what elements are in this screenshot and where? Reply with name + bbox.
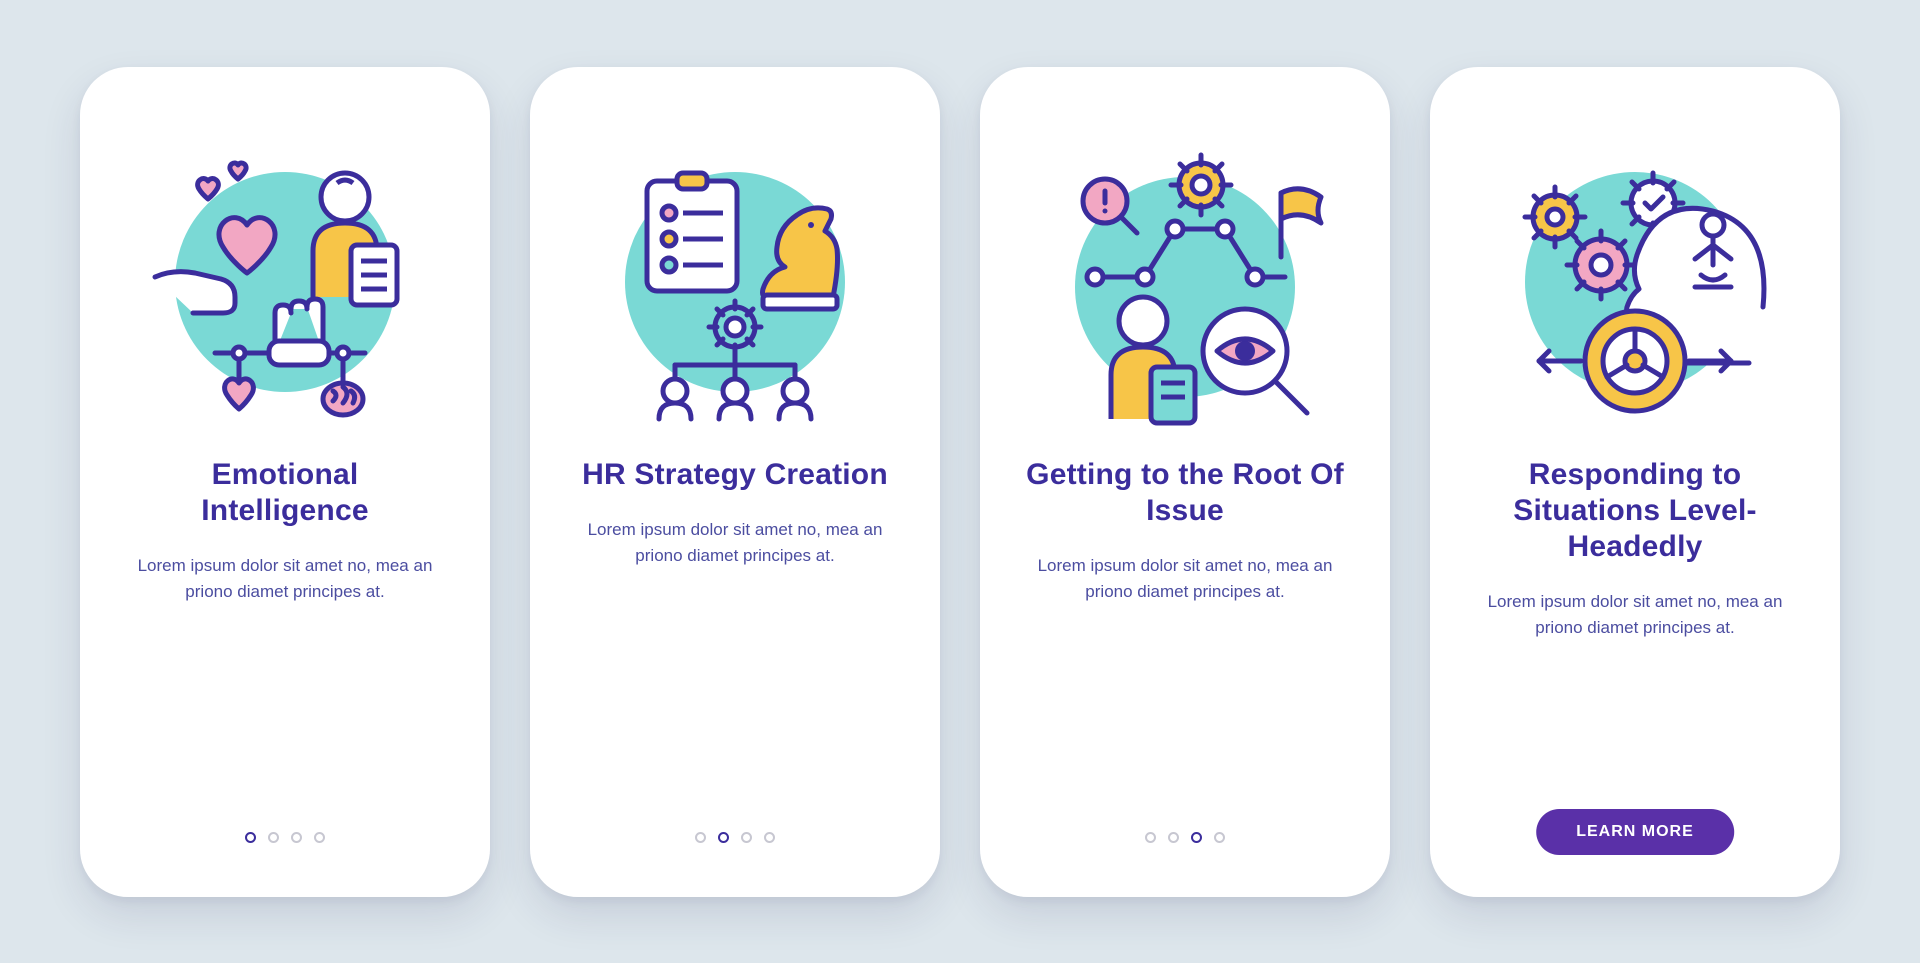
screen-title: HR Strategy Creation — [582, 457, 888, 493]
dot-2[interactable] — [718, 832, 729, 843]
hr-strategy-icon — [585, 127, 885, 427]
root-issue-icon — [1035, 127, 1335, 427]
dot-1[interactable] — [245, 832, 256, 843]
screen-title: Emotional Intelligence — [124, 457, 446, 529]
learn-more-button[interactable]: LEARN MORE — [1536, 809, 1734, 855]
onboarding-screen-2: HR Strategy Creation Lorem ipsum dolor s… — [530, 67, 940, 897]
pagination-dots — [530, 832, 940, 843]
pagination-dots — [80, 832, 490, 843]
onboarding-screen-4: Responding to Situations Level-Headedly … — [1430, 67, 1840, 897]
dot-3[interactable] — [741, 832, 752, 843]
screen-title: Getting to the Root Of Issue — [1024, 457, 1346, 529]
dot-4[interactable] — [1214, 832, 1225, 843]
emotional-intelligence-icon — [135, 127, 435, 427]
dot-1[interactable] — [695, 832, 706, 843]
dot-2[interactable] — [1168, 832, 1179, 843]
screen-body: Lorem ipsum dolor sit amet no, mea an pr… — [1475, 589, 1795, 642]
screen-body: Lorem ipsum dolor sit amet no, mea an pr… — [1025, 553, 1345, 606]
screen-title: Responding to Situations Level-Headedly — [1474, 457, 1796, 565]
dot-3[interactable] — [1191, 832, 1202, 843]
onboarding-screen-3: Getting to the Root Of Issue Lorem ipsum… — [980, 67, 1390, 897]
dot-3[interactable] — [291, 832, 302, 843]
dot-4[interactable] — [314, 832, 325, 843]
screen-body: Lorem ipsum dolor sit amet no, mea an pr… — [125, 553, 445, 606]
onboarding-stage: Emotional Intelligence Lorem ipsum dolor… — [80, 67, 1840, 897]
onboarding-screen-1: Emotional Intelligence Lorem ipsum dolor… — [80, 67, 490, 897]
dot-4[interactable] — [764, 832, 775, 843]
pagination-dots — [980, 832, 1390, 843]
screen-body: Lorem ipsum dolor sit amet no, mea an pr… — [575, 517, 895, 570]
dot-2[interactable] — [268, 832, 279, 843]
level-headed-icon — [1485, 127, 1785, 427]
dot-1[interactable] — [1145, 832, 1156, 843]
